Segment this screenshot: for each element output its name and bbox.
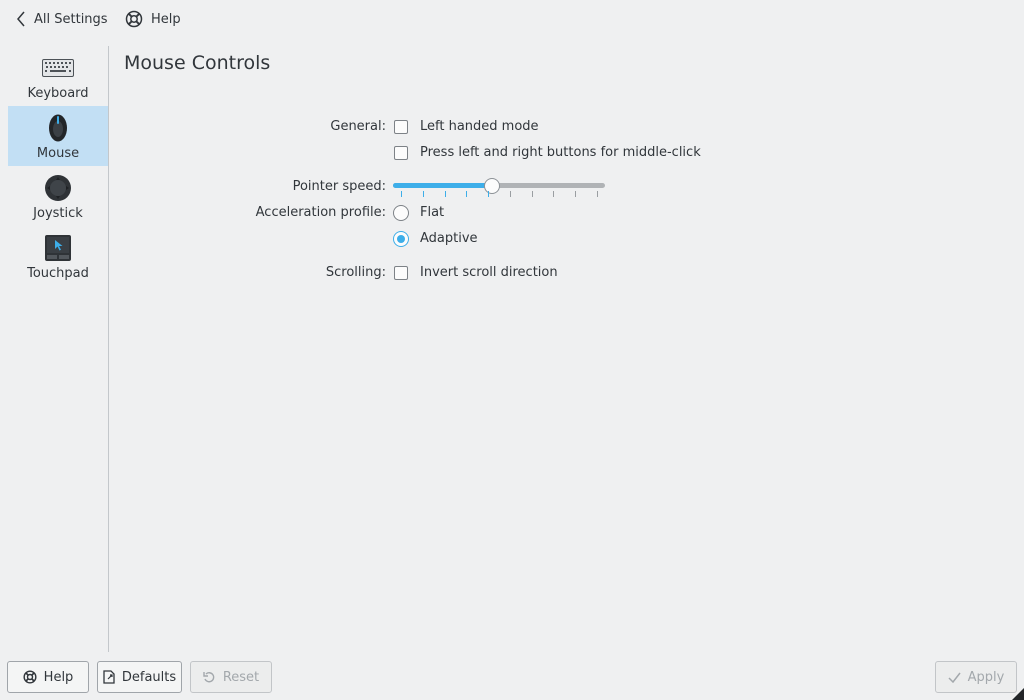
adaptive-label[interactable]: Adaptive xyxy=(420,231,478,246)
middle-click-checkbox[interactable] xyxy=(394,146,408,160)
sidebar-item-label: Keyboard xyxy=(27,86,89,101)
pointer-speed-label: Pointer speed: xyxy=(292,179,386,194)
help-lifebuoy-icon xyxy=(23,670,37,684)
slider-tick xyxy=(401,191,402,197)
all-settings-button[interactable]: All Settings xyxy=(16,6,108,32)
sidebar-item-touchpad[interactable]: Touchpad xyxy=(8,226,108,286)
slider-tick xyxy=(597,191,598,197)
joystick-icon xyxy=(42,174,74,202)
general-label: General: xyxy=(330,119,386,134)
sidebar-item-label: Mouse xyxy=(36,146,80,161)
slider-tick xyxy=(488,191,489,197)
help-button[interactable]: Help xyxy=(7,661,89,693)
left-handed-label[interactable]: Left handed mode xyxy=(420,119,539,134)
slider-tick xyxy=(575,191,576,197)
undo-icon xyxy=(203,671,215,682)
slider-tick xyxy=(553,191,554,197)
toolbar-help-label: Help xyxy=(151,11,181,27)
document-revert-icon xyxy=(103,670,115,684)
middle-click-label[interactable]: Press left and right buttons for middle-… xyxy=(420,145,701,160)
sidebar-item-label: Touchpad xyxy=(27,266,89,281)
slider-tick xyxy=(423,191,424,197)
flat-radio[interactable] xyxy=(393,205,409,221)
slider-tick xyxy=(532,191,533,197)
slider-tick xyxy=(466,191,467,197)
apply-button[interactable]: Apply xyxy=(935,661,1017,693)
toolbar-help-button[interactable]: Help xyxy=(125,6,181,32)
invert-scroll-checkbox[interactable] xyxy=(394,266,408,280)
chevron-left-icon xyxy=(17,11,25,27)
sidebar: Keyboard Mouse Joystick Touchpad xyxy=(8,46,108,652)
scrolling-label: Scrolling: xyxy=(325,265,386,280)
resize-grip-icon[interactable] xyxy=(1012,688,1024,700)
checkmark-icon xyxy=(948,672,961,683)
help-lifebuoy-icon xyxy=(125,10,143,28)
sidebar-item-mouse[interactable]: Mouse xyxy=(8,106,108,166)
reset-button-label: Reset xyxy=(222,669,260,685)
sidebar-divider xyxy=(108,46,109,652)
mouse-icon xyxy=(42,114,74,142)
slider-tick xyxy=(445,191,446,197)
defaults-button[interactable]: Defaults xyxy=(97,661,182,693)
keyboard-icon xyxy=(42,54,74,82)
sidebar-item-joystick[interactable]: Joystick xyxy=(8,166,108,226)
flat-label[interactable]: Flat xyxy=(420,205,444,220)
page-title: Mouse Controls xyxy=(124,52,271,74)
sidebar-item-keyboard[interactable]: Keyboard xyxy=(8,46,108,106)
adaptive-radio[interactable] xyxy=(393,231,409,247)
defaults-button-label: Defaults xyxy=(121,669,177,685)
all-settings-label: All Settings xyxy=(34,11,108,27)
slider-tick xyxy=(510,191,511,197)
invert-scroll-label[interactable]: Invert scroll direction xyxy=(420,265,558,280)
touchpad-icon xyxy=(42,234,74,262)
help-button-label: Help xyxy=(43,669,74,685)
slider-handle[interactable] xyxy=(484,178,501,194)
slider-fill xyxy=(393,183,493,188)
acceleration-profile-label: Acceleration profile: xyxy=(255,205,386,220)
apply-button-label: Apply xyxy=(967,669,1005,685)
left-handed-checkbox[interactable] xyxy=(394,120,408,134)
reset-button[interactable]: Reset xyxy=(190,661,272,693)
sidebar-item-label: Joystick xyxy=(33,206,83,221)
